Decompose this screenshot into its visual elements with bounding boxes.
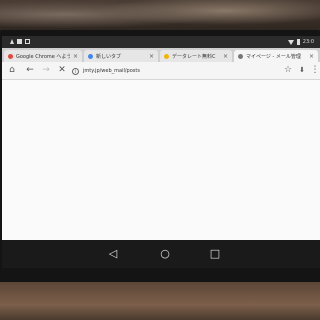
tab-title: Google Chrome へようこそ: [16, 53, 70, 60]
nav-back-button[interactable]: ◁: [106, 247, 120, 260]
menu-button[interactable]: ⋮: [309, 65, 320, 75]
tab-title: 新しいタブ: [96, 53, 122, 60]
loading-favicon-icon: [238, 53, 243, 59]
page-favicon-icon: [164, 53, 169, 59]
tab-title: マイページ - メール管理: [246, 53, 301, 60]
page-content: [2, 80, 320, 240]
wifi-icon: [287, 39, 294, 45]
tab-strip: Google Chrome へようこそ × 新しいタブ × データレート無料C …: [2, 48, 320, 62]
tab-mypage-mail[interactable]: マイページ - メール管理 ×: [234, 50, 318, 62]
tablet-bottom-bezel: [0, 268, 320, 282]
tab-data-rate[interactable]: データレート無料C ×: [160, 50, 232, 62]
close-icon[interactable]: ×: [223, 53, 228, 60]
url-text: jmty.jp/web_mail/posts: [83, 68, 140, 74]
image-icon: [17, 39, 22, 44]
warning-icon: [10, 39, 14, 44]
download-button[interactable]: ⬇: [296, 66, 308, 74]
stop-button[interactable]: ✕: [56, 65, 68, 75]
wooden-table: [0, 282, 320, 320]
tab-title: データレート無料C: [172, 53, 216, 60]
forward-button[interactable]: →: [40, 65, 52, 75]
close-icon[interactable]: ×: [149, 53, 154, 60]
bookmark-star-button[interactable]: ☆: [282, 65, 294, 75]
status-bar: 23:0: [2, 36, 320, 48]
nav-recents-button[interactable]: □: [208, 247, 222, 260]
android-nav-bar: ◁ ○ □: [2, 240, 320, 268]
chrome-favicon-icon: [8, 53, 13, 59]
download-icon: [25, 39, 30, 44]
address-bar[interactable]: i jmty.jp/web_mail/posts: [72, 65, 272, 77]
clock: 23:0: [302, 39, 314, 45]
close-icon[interactable]: ×: [73, 53, 78, 60]
home-button[interactable]: ⌂: [6, 65, 18, 75]
close-icon[interactable]: ×: [309, 53, 314, 60]
nav-home-button[interactable]: ○: [158, 247, 172, 260]
back-button[interactable]: ←: [24, 65, 36, 75]
browser-toolbar: ⌂ ← → ✕ i jmty.jp/web_mail/posts ☆ ⬇ ⋮: [2, 62, 320, 80]
info-icon[interactable]: i: [72, 67, 79, 75]
chrome-favicon-icon: [88, 53, 93, 59]
tab-google-chrome-welcome[interactable]: Google Chrome へようこそ ×: [4, 50, 82, 62]
tab-new-tab[interactable]: 新しいタブ ×: [84, 50, 158, 62]
tablet-screen: 23:0 Google Chrome へようこそ × 新しいタブ × データレー…: [2, 36, 320, 268]
battery-icon: [296, 39, 300, 45]
